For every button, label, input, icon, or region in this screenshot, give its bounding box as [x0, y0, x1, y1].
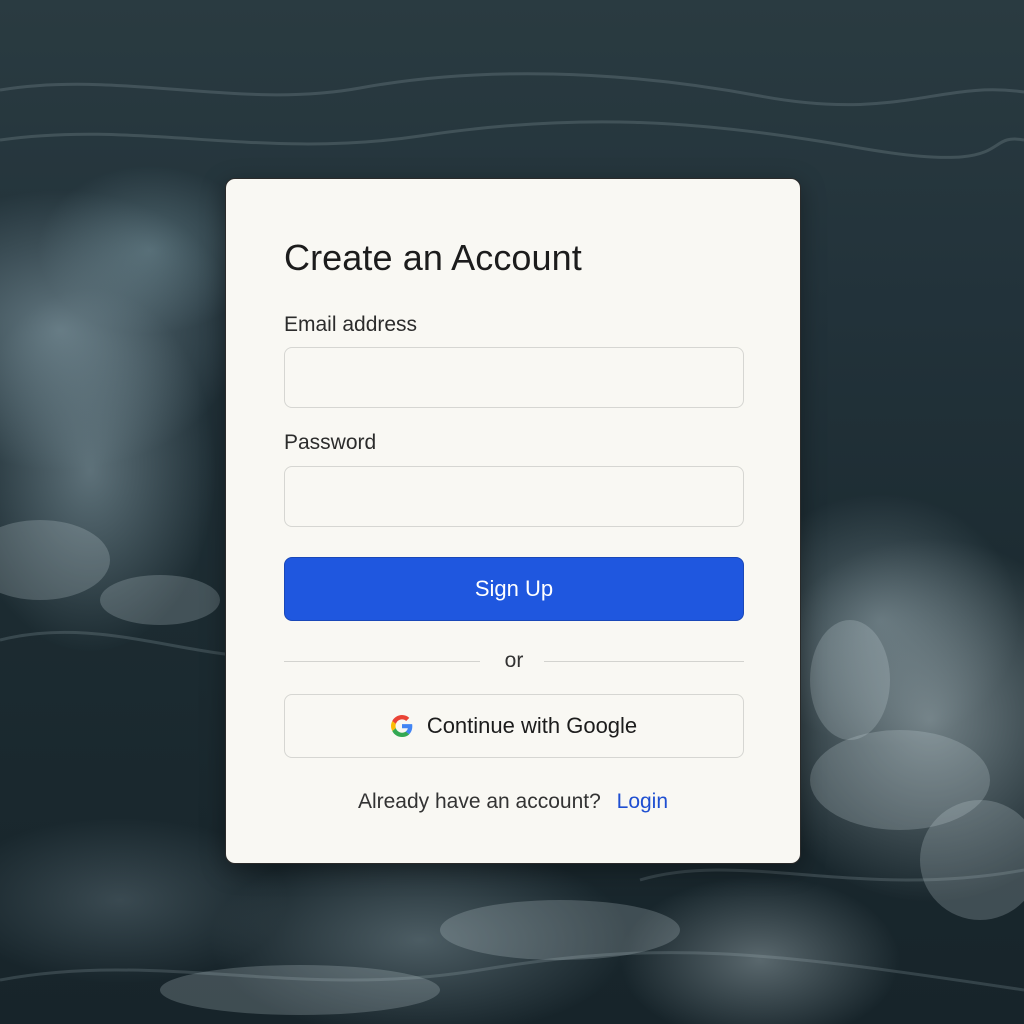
divider-text: or [504, 649, 524, 672]
sign-up-label: Sign Up [474, 576, 554, 601]
signup-card: Create an Account Email address Password… [225, 178, 801, 864]
google-icon [390, 715, 413, 737]
password-field[interactable] [284, 466, 744, 527]
password-label: Password [284, 431, 377, 454]
page-title: Create an Account [284, 237, 582, 278]
login-prompt: Already have an account? Login [226, 790, 800, 814]
google-button-label: Continue with Google [426, 713, 638, 738]
email-label: Email address [284, 313, 418, 336]
or-divider: or [284, 649, 744, 673]
sign-up-button[interactable]: Sign Up [284, 557, 744, 621]
login-prompt-text: Already have an account? [357, 790, 601, 813]
login-link[interactable]: Login [617, 790, 668, 813]
continue-with-google-button[interactable]: Continue with Google [284, 694, 744, 758]
email-field[interactable] [284, 347, 744, 408]
